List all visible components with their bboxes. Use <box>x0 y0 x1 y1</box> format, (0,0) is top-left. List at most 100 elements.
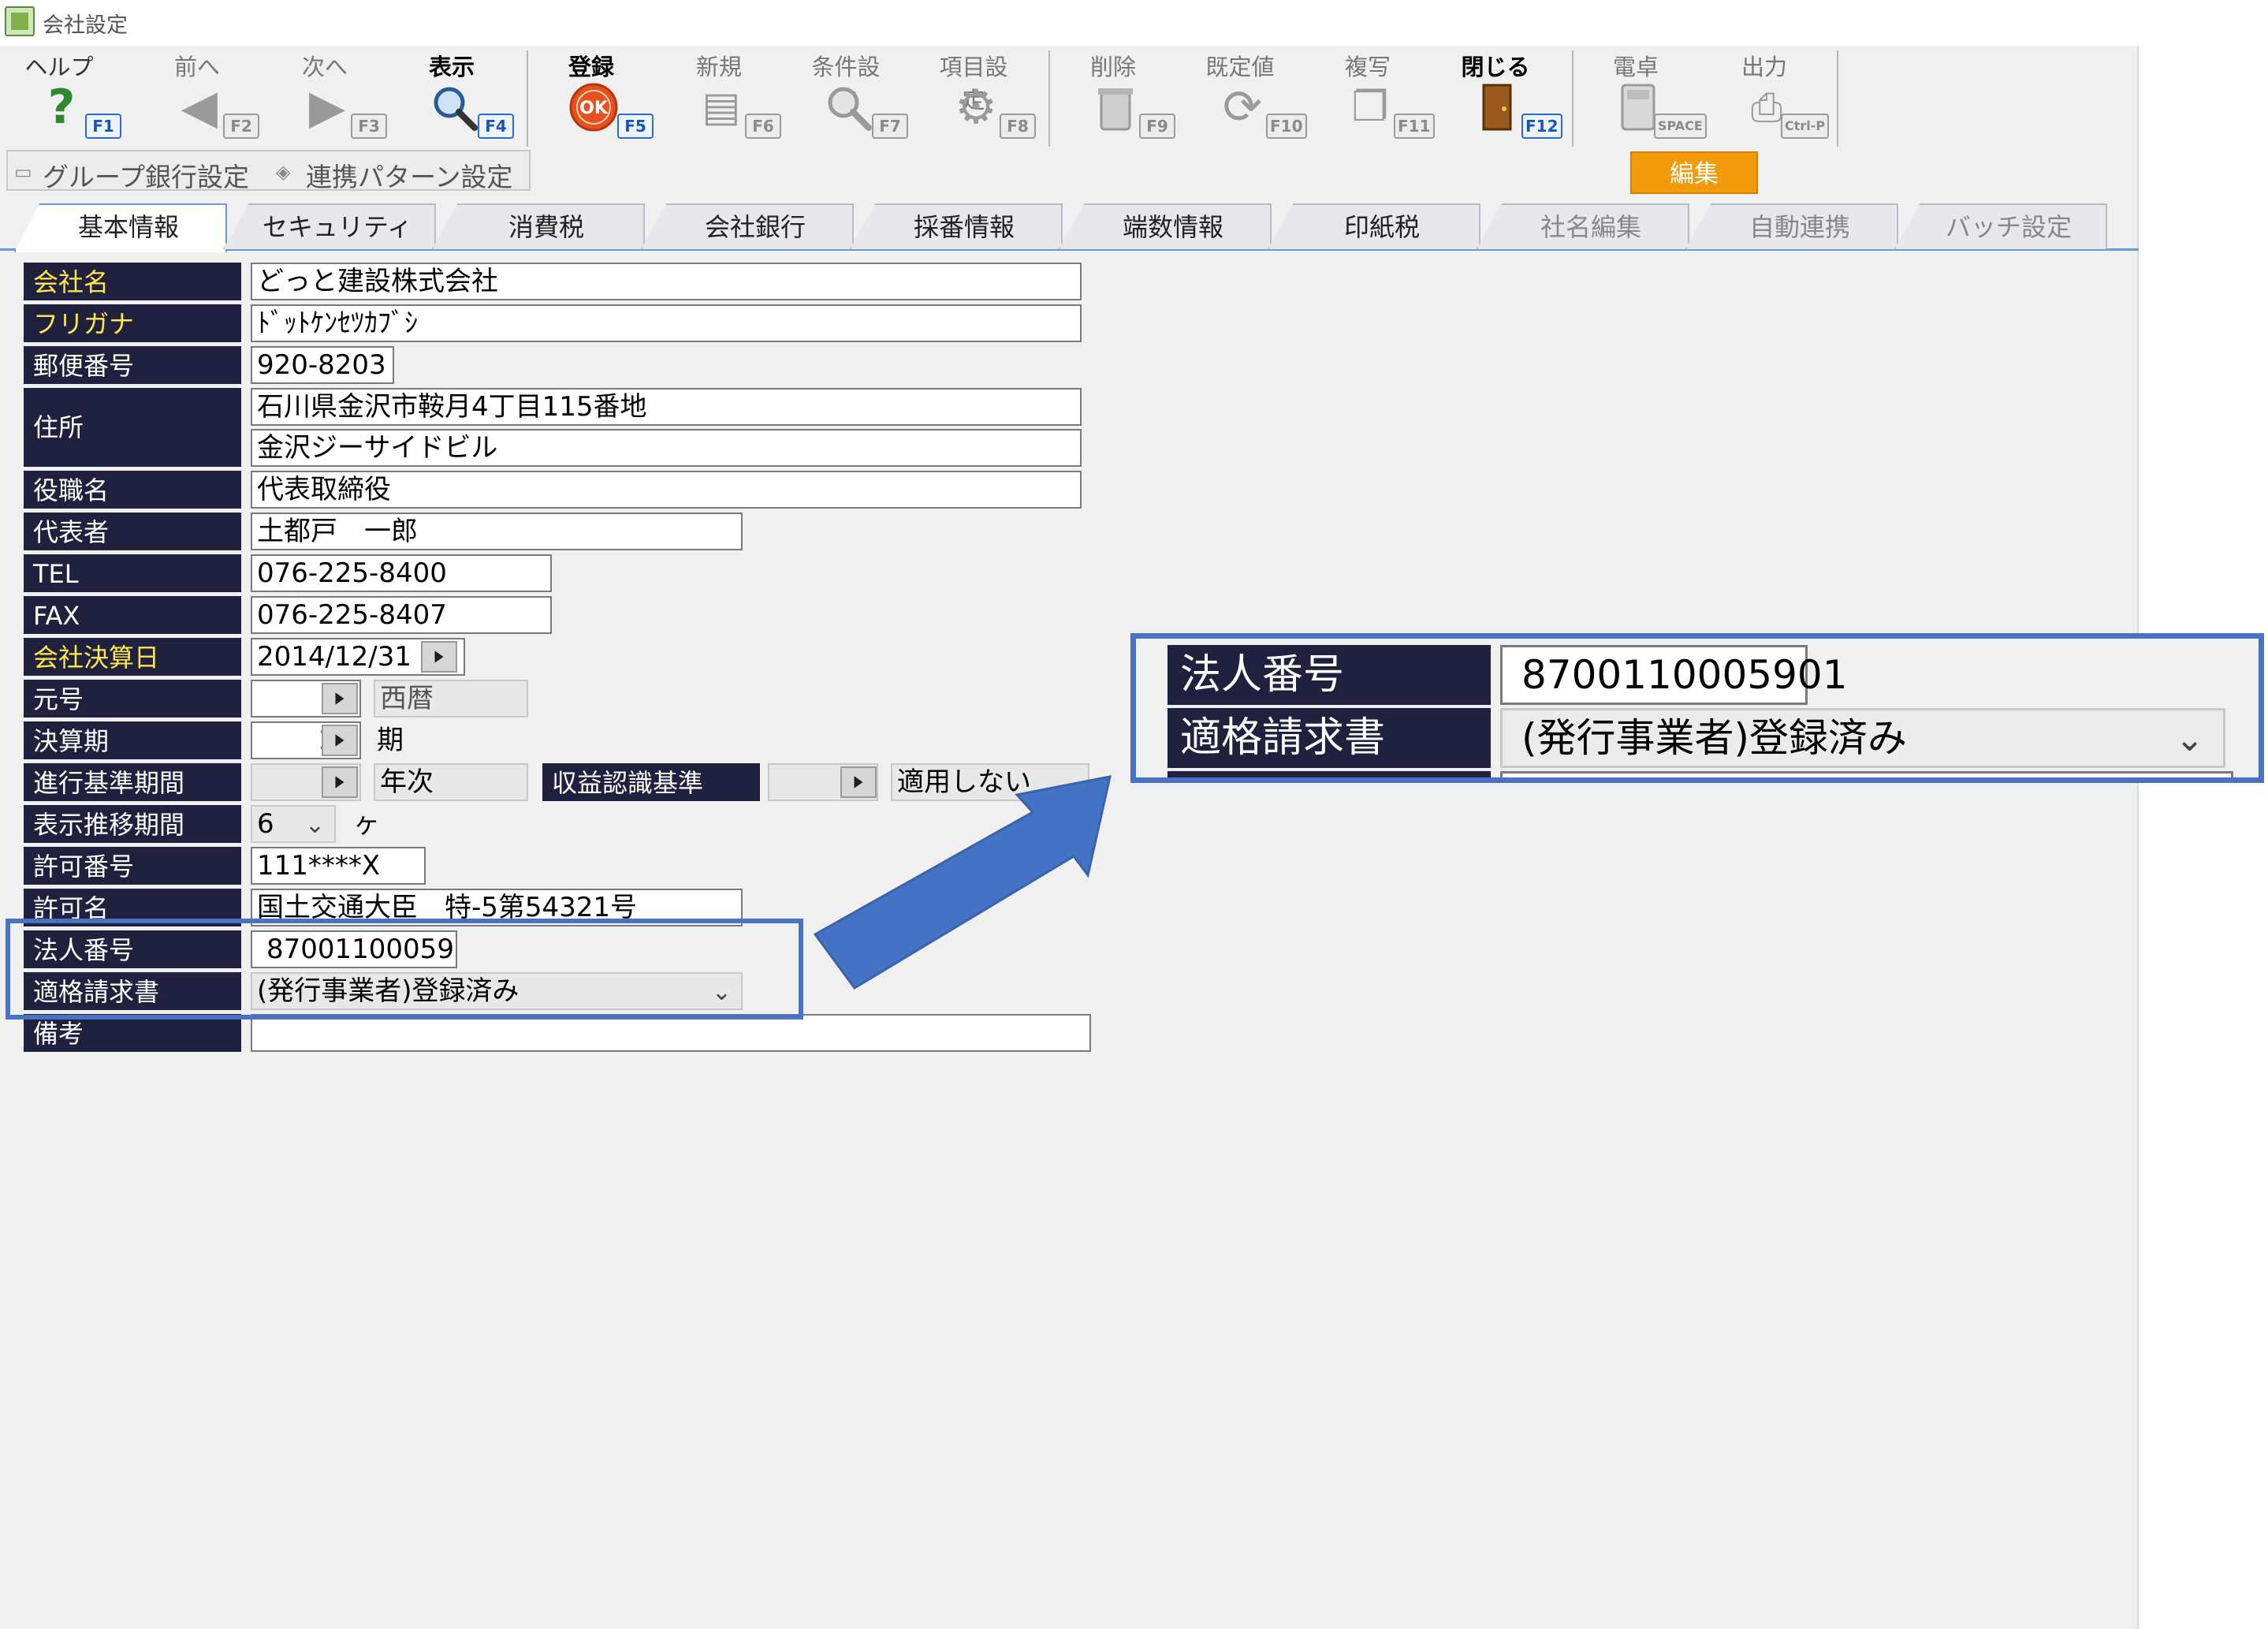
progress-period-picker-button[interactable] <box>322 766 358 798</box>
zoom-corporate-number-field: 8700110005901 <box>1500 645 1848 705</box>
fiscal-term-picker-button[interactable] <box>322 725 358 756</box>
address-line2-field[interactable]: 金沢ジーサイドビル <box>251 429 1082 467</box>
trash-icon <box>1090 82 1141 132</box>
progress-period-unit: 年次 <box>374 763 528 801</box>
progress-period-label: 進行基準期間 <box>24 763 241 801</box>
address-label: 住所 <box>24 388 241 467</box>
tab-basic-info[interactable]: 基本情報 <box>14 203 227 252</box>
copy-icon: ❐ <box>1351 84 1389 131</box>
item-settings-icon: ⚙ <box>955 80 997 135</box>
address-line1-field[interactable]: 石川県金沢市鞍月4丁目115番地 <box>251 388 1082 426</box>
zoom-corporate-number-label: 法人番号 <box>1168 645 1491 705</box>
zoom-invoice-select: (発行事業者)登録済み ⌄ <box>1500 708 2225 768</box>
toolbar-separator <box>527 50 528 147</box>
new-button[interactable]: 新規 ▤ F6 <box>676 46 802 148</box>
zoom-callout: 法人番号 8700110005901 適格請求書 (発行事業者)登録済み ⌄ <box>1130 633 2264 783</box>
help-button[interactable]: ヘルプ ? F1 <box>16 46 142 148</box>
tel-label: TEL <box>24 554 241 592</box>
chevron-down-icon: ⌄ <box>304 811 325 839</box>
calculator-button[interactable]: 電卓 SPACE <box>1592 46 1719 148</box>
toolbar-separator <box>1572 50 1573 147</box>
remarks-field[interactable] <box>251 1014 1091 1052</box>
chevron-down-icon: ⌄ <box>2175 719 2204 759</box>
tab-security[interactable]: セキュリティ <box>223 203 436 249</box>
delete-button[interactable]: 削除 F9 <box>1070 46 1196 148</box>
toolbar-separator <box>1048 50 1050 147</box>
door-icon <box>1473 82 1523 132</box>
prev-button[interactable]: 前へ ◀ F2 <box>154 46 280 148</box>
fax-label: FAX <box>24 596 241 634</box>
fiscal-term-unit: 期 <box>377 725 404 756</box>
app-icon <box>5 6 35 36</box>
zoom-next-row-field-edge <box>1500 771 2233 777</box>
ok-icon: OK <box>568 82 619 132</box>
zoom-next-row-label-edge <box>1168 771 1491 777</box>
company-name-label: 会社名 <box>24 263 241 300</box>
window-title: 会社設定 <box>43 13 128 38</box>
edit-mode-badge: 編集 <box>1630 151 1758 194</box>
representative-field[interactable]: 土都戸 一郎 <box>251 513 743 550</box>
era-label: 元号 <box>24 680 241 718</box>
arrow-right-icon: ▶ <box>308 80 346 135</box>
revenue-rule-label: 収益認識基準 <box>542 763 760 801</box>
condition-icon <box>823 82 873 132</box>
copy-button[interactable]: 複写 ❐ F11 <box>1324 46 1451 148</box>
fax-field[interactable]: 076-225-8407 <box>251 596 552 634</box>
furigana-label: フリガナ <box>24 304 241 342</box>
tab-bar: 基本情報 セキュリティ 消費税 会社銀行 採番情報 端数情報 印紙税 社名編集 … <box>0 202 2139 252</box>
close-button[interactable]: 閉じる F12 <box>1452 46 1578 148</box>
new-doc-icon: ▤ <box>702 84 741 131</box>
tab-consumption-tax[interactable]: 消費税 <box>432 203 645 249</box>
group-bank-icon: ▭ <box>14 161 32 183</box>
tab-company-name-edit[interactable]: 社名編集 <box>1477 203 1689 249</box>
magnifier-icon <box>429 82 479 132</box>
furigana-field[interactable]: ﾄﾞｯﾄｹﾝｾﾂｶﾌﾞｼ <box>251 304 1082 342</box>
fiscal-date-label: 会社決算日 <box>24 638 241 676</box>
view-button[interactable]: 表示 F4 <box>408 46 534 148</box>
company-settings-window: 会社設定 ヘルプ ? F1 前へ ◀ F2 次へ ▶ F3 表示 F4 登録 O… <box>0 0 2139 1629</box>
permit-number-label: 許可番号 <box>24 847 241 885</box>
tab-company-bank[interactable]: 会社銀行 <box>641 203 854 249</box>
help-icon: ? <box>47 80 76 135</box>
output-button[interactable]: 出力 ⎙ Ctrl-P <box>1721 46 1847 148</box>
register-button[interactable]: 登録 OK F5 <box>548 46 674 148</box>
tab-rounding[interactable]: 端数情報 <box>1059 203 1272 249</box>
era-name-display: 西暦 <box>374 680 528 718</box>
sub-toolbar: ▭ グループ銀行設定 ◈ 連携パターン設定 <box>6 150 531 194</box>
company-name-field[interactable]: どっと建設株式会社 <box>251 263 1082 300</box>
revenue-rule-picker-button[interactable] <box>840 766 877 798</box>
item-settings-button[interactable]: 項目設定 ⚙ F8 <box>930 46 1056 148</box>
toolbar: ヘルプ ? F1 前へ ◀ F2 次へ ▶ F3 表示 F4 登録 OK F5 … <box>0 46 2139 150</box>
tab-stamp-tax[interactable]: 印紙税 <box>1268 203 1480 249</box>
svg-text:OK: OK <box>579 99 609 118</box>
position-field[interactable]: 代表取締役 <box>251 471 1082 509</box>
group-bank-settings-button[interactable]: グループ銀行設定 <box>43 156 249 194</box>
era-picker-button[interactable] <box>322 683 358 714</box>
remarks-label: 備考 <box>24 1014 241 1052</box>
postal-field[interactable]: 920-8203 <box>251 346 394 384</box>
permit-number-field[interactable]: 111****X <box>251 847 426 885</box>
toolbar-separator <box>1837 50 1838 147</box>
link-pattern-settings-button[interactable]: 連携パターン設定 <box>306 156 512 194</box>
tel-field[interactable]: 076-225-8400 <box>251 554 552 592</box>
fiscal-term-label: 決算期 <box>24 721 241 759</box>
representative-label: 代表者 <box>24 513 241 550</box>
next-button[interactable]: 次へ ▶ F3 <box>281 46 408 148</box>
refresh-icon: ⟳ <box>1222 80 1263 135</box>
default-value-button[interactable]: 既定値 ⟳ F10 <box>1197 46 1323 148</box>
postal-label: 郵便番号 <box>24 346 241 384</box>
highlight-box <box>6 919 803 1020</box>
arrow-left-icon: ◀ <box>181 80 218 135</box>
tab-batch-settings[interactable]: バッチ設定 <box>1894 203 2107 249</box>
condition-button[interactable]: 条件設定 F7 <box>803 46 929 148</box>
tab-numbering[interactable]: 採番情報 <box>850 203 1063 249</box>
display-period-select[interactable]: 6 ⌄ <box>251 805 336 843</box>
fiscal-date-picker-button[interactable] <box>421 641 457 673</box>
zoom-invoice-label: 適格請求書 <box>1168 708 1491 768</box>
position-label: 役職名 <box>24 471 241 509</box>
display-period-label: 表示推移期間 <box>24 805 241 843</box>
link-pattern-icon: ◈ <box>276 161 291 183</box>
title-bar: 会社設定 <box>0 0 2139 46</box>
tab-auto-link[interactable]: 自動連携 <box>1685 203 1898 249</box>
revenue-rule-display: 適用しない <box>891 763 1089 801</box>
